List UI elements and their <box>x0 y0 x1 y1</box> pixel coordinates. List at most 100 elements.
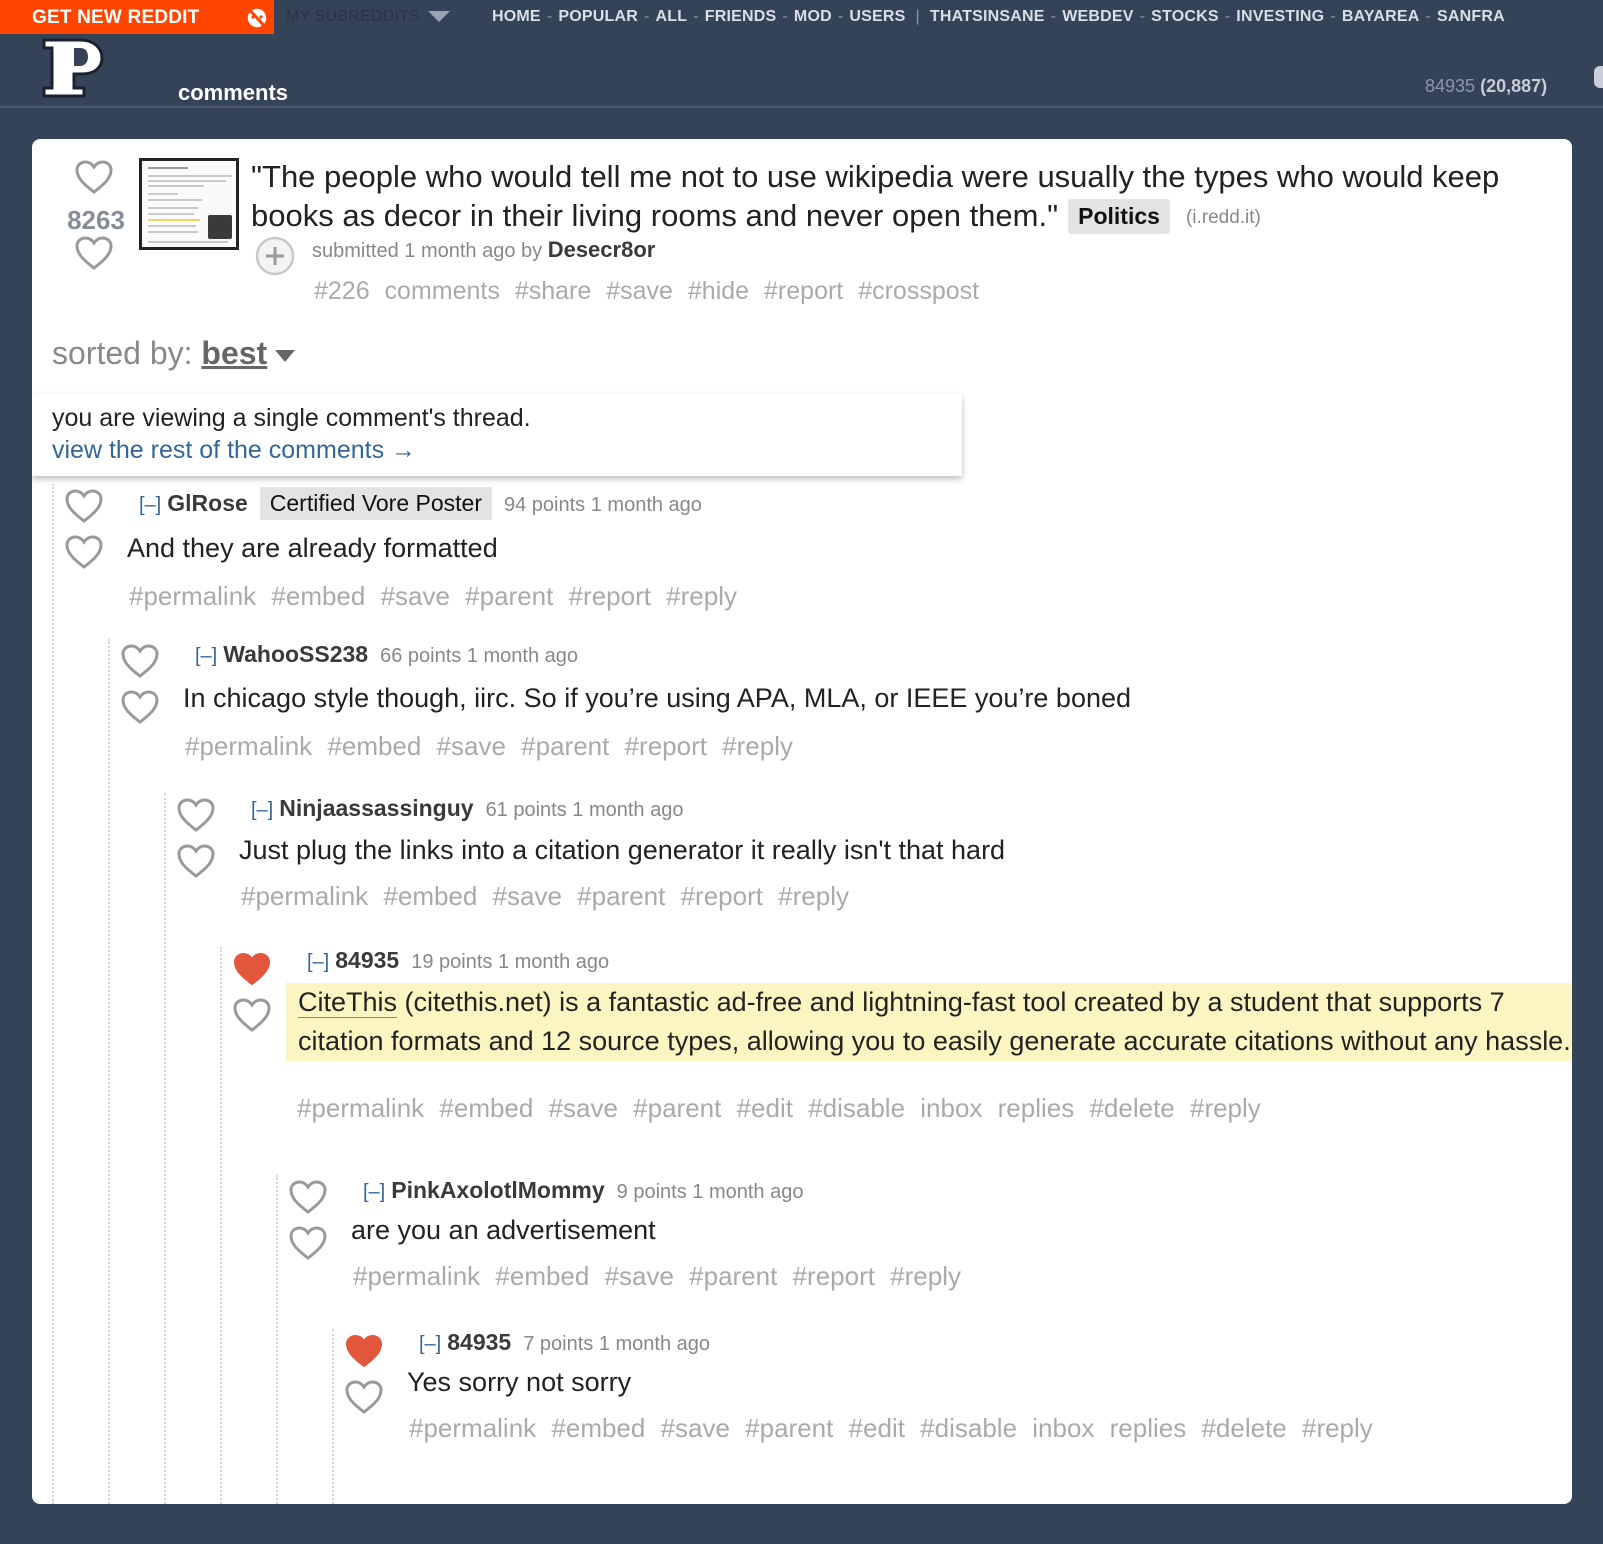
mail-icon[interactable] <box>1594 66 1603 88</box>
downvote-heart-icon[interactable] <box>344 1379 384 1415</box>
nav-all[interactable]: ALL <box>656 8 688 25</box>
logo-icon <box>42 38 104 98</box>
user-flair: Certified Vore Poster <box>259 487 492 520</box>
my-subreddits-dropdown[interactable]: MY SUBREDDITS <box>286 8 450 26</box>
get-new-reddit-button[interactable]: GET NEW REDDIT <box>0 0 238 34</box>
post-score: 8263 <box>67 205 125 235</box>
save-link[interactable]: #save <box>606 277 673 305</box>
comment-body: are you an advertisement <box>351 1215 656 1245</box>
post-title-link[interactable]: "The people who would tell me not to use… <box>251 159 1499 233</box>
collapse-toggle[interactable]: [–] <box>251 799 273 821</box>
comment-tagline: [–] PinkAxolotlMommy 9 points 1 month ago <box>363 1177 803 1204</box>
share-link[interactable]: #share <box>515 277 591 305</box>
sort-menu: sorted by: best <box>52 335 296 372</box>
thumbnail-avatar <box>208 215 232 239</box>
upvote-heart-icon[interactable] <box>288 1179 328 1215</box>
upvote-heart-icon[interactable] <box>74 159 114 195</box>
nav-users[interactable]: USERS <box>849 8 905 25</box>
sub-webdev[interactable]: WEBDEV <box>1062 8 1133 25</box>
downvote-heart-icon[interactable] <box>176 843 216 879</box>
collapse-toggle[interactable]: [–] <box>419 1333 441 1355</box>
hide-link[interactable]: #hide <box>688 277 749 305</box>
chevron-down-icon <box>427 11 450 23</box>
sub-investing[interactable]: INVESTING <box>1236 8 1324 25</box>
citethis-link[interactable]: CiteThis <box>298 987 398 1018</box>
post-author[interactable]: Desecr8or <box>548 237 656 262</box>
comment-body: Yes sorry not sorry <box>407 1367 632 1397</box>
collapse-toggle[interactable]: [–] <box>363 1181 385 1203</box>
comment-body-text: (citethis.net) is a fantastic ad-free an… <box>298 987 1571 1056</box>
upvote-heart-icon[interactable] <box>64 488 104 524</box>
comment-body: And they are already formatted <box>127 533 498 563</box>
comment-author[interactable]: WahooSS238 <box>223 641 368 667</box>
comment-buttons[interactable]: #permalink #embed #save #parent #report … <box>129 581 737 612</box>
thread-line <box>164 793 166 1504</box>
comment-author[interactable]: PinkAxolotlMommy <box>391 1177 604 1203</box>
post-domain[interactable]: (i.redd.it) <box>1186 207 1261 228</box>
downvote-heart-icon[interactable] <box>288 1225 328 1261</box>
comment-buttons[interactable]: #permalink #embed #save #parent #report … <box>241 881 849 912</box>
username-link[interactable]: 84935 <box>1425 76 1475 96</box>
upvoted-heart-icon[interactable] <box>232 951 272 987</box>
comment-author[interactable]: 84935 <box>447 1329 511 1355</box>
post-flair[interactable]: Politics <box>1068 199 1170 234</box>
comment-author[interactable]: Ninjaassassinguy <box>279 795 473 821</box>
collapse-toggle[interactable]: [–] <box>195 645 217 667</box>
nav-friends[interactable]: FRIENDS <box>705 8 777 25</box>
snoo-icon <box>246 6 268 30</box>
sub-stocks[interactable]: STOCKS <box>1151 8 1219 25</box>
downvote-heart-icon[interactable] <box>232 997 272 1033</box>
collapse-toggle[interactable]: [–] <box>307 951 329 973</box>
nav-mod[interactable]: MOD <box>794 8 832 25</box>
thread-line <box>52 484 54 1504</box>
sort-label: sorted by: <box>52 335 193 371</box>
upvote-heart-icon[interactable] <box>120 643 160 679</box>
comment-tagline: [–] WahooSS238 66 points 1 month ago <box>195 641 578 668</box>
nav-links: HOME - POPULAR - ALL - FRIENDS - MOD - USERS | THATS… <box>492 8 1505 25</box>
expando-plus-icon[interactable] <box>254 235 296 277</box>
downvote-heart-icon[interactable] <box>120 689 160 725</box>
thread-line <box>220 947 222 1504</box>
single-thread-notice: you are viewing a single comment's threa… <box>32 394 962 476</box>
reddit-logo[interactable] <box>40 34 110 105</box>
view-rest-link[interactable]: view the rest of the comments → <box>52 436 416 465</box>
comment-author[interactable]: 84935 <box>335 947 399 973</box>
thread-line <box>332 1329 334 1504</box>
comment-buttons[interactable]: #permalink #embed #save #parent #report … <box>185 731 793 762</box>
comment-tagline: [–] 84935 19 points 1 month ago <box>307 947 609 974</box>
karma-count: (20,887) <box>1480 76 1548 96</box>
report-link[interactable]: #report <box>764 277 843 305</box>
nav-home[interactable]: HOME <box>492 8 541 25</box>
comment-tagline: [–] Ninjaassassinguy 61 points 1 month ago <box>251 795 683 822</box>
post-thumbnail[interactable] <box>139 158 239 250</box>
crosspost-link[interactable]: #crosspost <box>858 277 979 305</box>
upvoted-heart-icon[interactable] <box>344 1333 384 1369</box>
header-divider <box>0 106 1603 108</box>
comment-buttons[interactable]: #permalink #embed #save #parent #edit #d… <box>297 1093 1261 1124</box>
page-title[interactable]: comments <box>178 80 288 106</box>
sort-dropdown[interactable]: best <box>201 335 267 371</box>
thread-line <box>276 1175 278 1504</box>
sub-sanfrancisco[interactable]: SANFRA <box>1437 8 1505 25</box>
content-card: 8263 "The people who would tell me not t… <box>32 139 1572 1504</box>
comment-buttons[interactable]: #permalink #embed #save #parent #edit #d… <box>409 1413 1373 1444</box>
caret-down-icon[interactable] <box>275 349 296 362</box>
downvote-heart-icon[interactable] <box>64 534 104 570</box>
collapse-toggle[interactable]: [–] <box>139 494 161 516</box>
post-buttons: #226 comments #share #save #hide #report… <box>314 277 979 306</box>
post-tagline: submitted 1 month ago by Desecr8or <box>312 237 655 263</box>
user-info: 84935 (20,887) <box>1425 76 1547 97</box>
thread-line <box>108 639 110 1504</box>
nav-popular[interactable]: POPULAR <box>558 8 638 25</box>
comment-meta: 66 points 1 month ago <box>380 645 579 667</box>
comment-meta: 94 points 1 month ago <box>504 494 702 516</box>
comment-author[interactable]: GlRose <box>167 490 248 516</box>
sub-thatsinsane[interactable]: THATSINSANE <box>930 8 1045 25</box>
downvote-heart-icon[interactable] <box>74 235 114 271</box>
single-thread-text: you are viewing a single comment's threa… <box>52 404 531 432</box>
comment-buttons[interactable]: #permalink #embed #save #parent #report … <box>353 1261 961 1292</box>
upvote-heart-icon[interactable] <box>176 797 216 833</box>
comments-link[interactable]: #226 comments <box>314 277 500 305</box>
redesign-toggle-button[interactable] <box>238 0 274 34</box>
sub-bayarea[interactable]: BAYAREA <box>1342 8 1420 25</box>
